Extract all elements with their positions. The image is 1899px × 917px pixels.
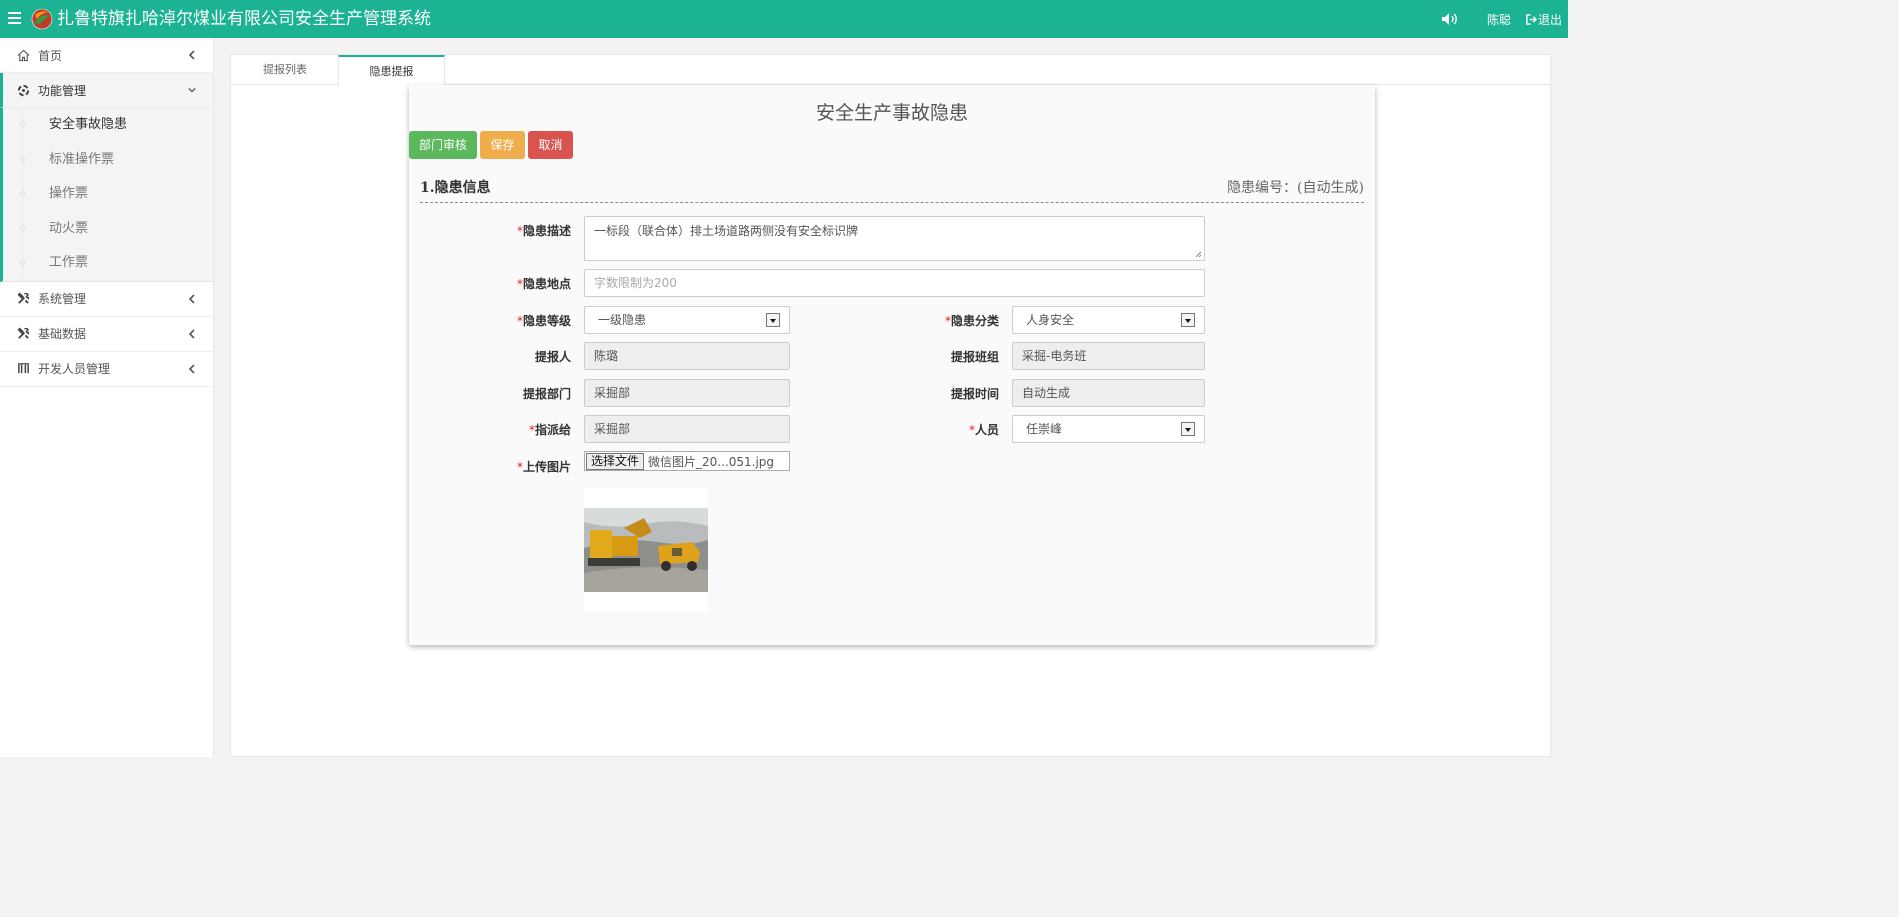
chevron-left-icon bbox=[188, 329, 195, 339]
reporter-label: 提报人 bbox=[534, 350, 571, 364]
assign-to-label: *指派给 bbox=[509, 421, 571, 438]
sidebar-item-home[interactable]: 首页 bbox=[0, 38, 213, 73]
logout-icon bbox=[1526, 14, 1537, 25]
person-select-value: 任崇峰 bbox=[1026, 422, 1063, 436]
category-select-value: 人身安全 bbox=[1026, 313, 1075, 327]
submenu-item-work-ticket[interactable]: 工作票 bbox=[3, 246, 213, 281]
timeline-dot bbox=[20, 260, 25, 266]
home-icon bbox=[16, 48, 30, 62]
field-label-text: 指派给 bbox=[534, 423, 571, 437]
submenu-item-standard-ticket[interactable]: 标准操作票 bbox=[3, 143, 213, 178]
sidebar-item-system-management[interactable]: 系统管理 bbox=[0, 282, 213, 317]
submenu-item-safety-hazard[interactable]: 安全事故隐患 bbox=[3, 108, 213, 143]
team-field: 采掘-电务班 bbox=[1012, 342, 1205, 370]
hazard-form-panel: 安全生产事故隐患 部门审核 保存 取消 1.隐患信息 隐患编号：(自动生成) *… bbox=[409, 85, 1375, 645]
department-review-button[interactable]: 部门审核 bbox=[409, 131, 477, 159]
level-select[interactable]: 一级隐患 bbox=[584, 306, 790, 334]
chevron-left-icon bbox=[188, 294, 195, 304]
menu-toggle-icon[interactable] bbox=[8, 12, 21, 25]
field-label-text: 隐患描述 bbox=[522, 224, 571, 238]
sidebar: 首页 功能管理 安全事故隐患 标准操作票 操作票 动火票 工作票 系统管理 基础… bbox=[0, 38, 214, 757]
submenu-item-label: 安全事故隐患 bbox=[49, 117, 128, 132]
tab-report-list[interactable]: 提报列表 bbox=[231, 55, 339, 85]
cancel-button[interactable]: 取消 bbox=[528, 131, 573, 159]
submenu-item-label: 动火票 bbox=[49, 220, 89, 236]
sidebar-item-function-management[interactable]: 功能管理 bbox=[0, 73, 213, 108]
chevron-left-icon bbox=[188, 50, 195, 60]
file-name: 微信图片_20...051.jpg bbox=[648, 454, 775, 469]
dropdown-arrow-icon bbox=[1181, 313, 1195, 327]
timeline-dot bbox=[20, 122, 25, 127]
timeline-dot bbox=[20, 156, 25, 162]
choose-file-button[interactable]: 选择文件 bbox=[586, 452, 645, 470]
field-label-text: 隐患地点 bbox=[522, 277, 571, 291]
hazard-code-label: 隐患编号：(自动生成) bbox=[1227, 180, 1364, 196]
chevron-down-icon bbox=[188, 87, 196, 93]
field-label-text: 隐患等级 bbox=[522, 314, 571, 328]
submenu-item-label: 标准操作票 bbox=[49, 151, 115, 167]
department-field: 采掘部 bbox=[584, 379, 790, 407]
main-content: 提报列表 隐患提报 安全生产事故隐患 部门审核 保存 取消 1.隐患信息 隐患编… bbox=[230, 54, 1551, 757]
field-label-text: 人员 bbox=[974, 423, 999, 437]
section-divider bbox=[420, 202, 1364, 203]
sound-icon[interactable] bbox=[1441, 12, 1459, 26]
category-label: *隐患分类 bbox=[929, 312, 999, 329]
reporter-field: 陈璐 bbox=[584, 342, 790, 370]
resize-grip-icon[interactable] bbox=[1195, 251, 1202, 258]
sidebar-item-label: 基础数据 bbox=[38, 327, 87, 342]
company-logo bbox=[31, 8, 53, 30]
category-select[interactable]: 人身安全 bbox=[1012, 306, 1205, 334]
function-submenu: 安全事故隐患 标准操作票 操作票 动火票 工作票 bbox=[0, 108, 213, 282]
form-title: 安全生产事故隐患 bbox=[815, 102, 968, 124]
field-label-text: 隐患分类 bbox=[950, 314, 999, 328]
sidebar-item-label: 首页 bbox=[38, 48, 63, 63]
sidebar-item-basic-data[interactable]: 基础数据 bbox=[0, 317, 213, 352]
logout-button[interactable]: 退出 bbox=[1526, 11, 1562, 28]
bars-icon bbox=[16, 362, 30, 376]
logout-label: 退出 bbox=[1537, 13, 1562, 27]
description-label: *隐患描述 bbox=[509, 222, 571, 239]
upload-label: *上传图片 bbox=[509, 458, 571, 475]
file-upload-input[interactable]: 选择文件 微信图片_20...051.jpg bbox=[584, 451, 790, 471]
dropdown-arrow-icon bbox=[1181, 422, 1195, 436]
tools-icon bbox=[16, 292, 30, 306]
sidebar-item-label: 开发人员管理 bbox=[38, 362, 111, 377]
timeline-dot bbox=[20, 225, 25, 231]
level-select-value: 一级隐患 bbox=[598, 313, 647, 327]
level-label: *隐患等级 bbox=[509, 312, 571, 329]
submenu-item-hot-work-ticket[interactable]: 动火票 bbox=[3, 212, 213, 247]
location-label: *隐患地点 bbox=[509, 275, 571, 292]
department-label: 提报部门 bbox=[522, 387, 571, 401]
user-name[interactable]: 陈聪 bbox=[1487, 11, 1511, 28]
location-input[interactable]: 字数限制为200 bbox=[584, 269, 1205, 297]
sidebar-item-label: 功能管理 bbox=[38, 83, 87, 98]
section-title: 1.隐患信息 bbox=[420, 180, 491, 196]
save-button[interactable]: 保存 bbox=[480, 131, 525, 159]
description-textarea[interactable]: 一标段（联合体）排土场道路两侧没有安全标识牌 bbox=[584, 216, 1205, 261]
submenu-item-label: 操作票 bbox=[49, 186, 89, 202]
person-select[interactable]: 任崇峰 bbox=[1012, 415, 1205, 443]
chevron-left-icon bbox=[188, 364, 195, 374]
field-label-text: 上传图片 bbox=[522, 460, 571, 474]
team-label: 提报班组 bbox=[950, 350, 999, 364]
tab-bar: 提报列表 隐患提报 bbox=[231, 55, 1550, 86]
sidebar-item-label: 系统管理 bbox=[38, 292, 87, 307]
assign-to-field: 采掘部 bbox=[584, 415, 790, 443]
uploaded-image-preview[interactable] bbox=[584, 488, 708, 612]
report-time-label: 提报时间 bbox=[950, 387, 999, 401]
sidebar-item-developer-management[interactable]: 开发人员管理 bbox=[0, 352, 213, 387]
submenu-item-operation-ticket[interactable]: 操作票 bbox=[3, 177, 213, 212]
dropdown-arrow-icon bbox=[766, 313, 780, 327]
tools-icon bbox=[16, 327, 30, 341]
settings-icon bbox=[16, 83, 30, 97]
tab-hazard-report[interactable]: 隐患提报 bbox=[338, 55, 445, 86]
top-bar: 扎鲁特旗扎哈淖尔煤业有限公司安全生产管理系统 陈聪 退出 bbox=[0, 0, 1568, 38]
submenu-item-label: 工作票 bbox=[49, 255, 89, 271]
report-time-field: 自动生成 bbox=[1012, 379, 1205, 407]
app-title: 扎鲁特旗扎哈淖尔煤业有限公司安全生产管理系统 bbox=[57, 9, 431, 29]
timeline-dot bbox=[20, 191, 25, 197]
person-label: *人员 bbox=[929, 421, 999, 438]
